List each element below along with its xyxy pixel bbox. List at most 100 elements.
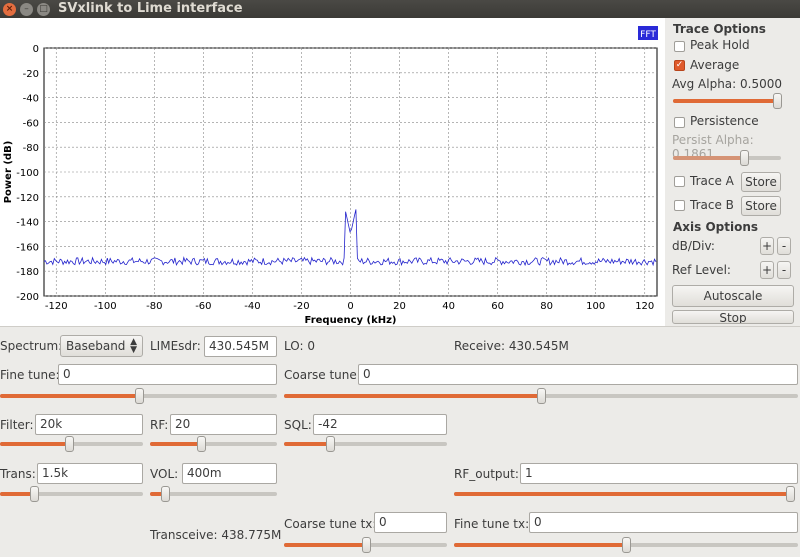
- y-tick-label: -140: [16, 218, 39, 229]
- coarse-tune-field[interactable]: 0: [358, 364, 798, 385]
- y-tick-label: -40: [23, 94, 39, 105]
- y-tick-label: -180: [16, 267, 39, 278]
- stop-button[interactable]: Stop: [672, 310, 794, 324]
- trans-field[interactable]: 1.5k: [37, 463, 143, 484]
- slider-thumb[interactable]: [30, 486, 40, 502]
- db-div-plus-button[interactable]: +: [760, 237, 774, 255]
- y-axis-label: Power (dB): [3, 141, 14, 204]
- slider-thumb[interactable]: [740, 150, 750, 166]
- fft-badge-label: FFT: [640, 30, 656, 40]
- rf-output-slider[interactable]: [454, 486, 795, 502]
- close-icon[interactable]: ×: [3, 3, 16, 16]
- spectrum-label: Spectrum:: [0, 339, 63, 353]
- store-trace-a-button[interactable]: Store: [741, 172, 781, 192]
- x-tick-label: 80: [540, 301, 553, 312]
- x-tick-label: 40: [442, 301, 455, 312]
- y-tick-label: -200: [16, 292, 39, 303]
- slider-thumb[interactable]: [196, 436, 206, 452]
- y-tick-label: -60: [23, 118, 39, 129]
- x-tick-label: 0: [347, 301, 353, 312]
- slider-thumb[interactable]: [325, 436, 335, 452]
- coarse-tune-tx-field[interactable]: 0: [374, 512, 447, 533]
- trace-a-checkbox[interactable]: [674, 176, 685, 187]
- fine-tune-tx-field[interactable]: 0: [529, 512, 798, 533]
- coarse-tune-tx-slider[interactable]: [284, 537, 447, 553]
- filter-slider[interactable]: [0, 436, 143, 452]
- sql-field[interactable]: -42: [313, 414, 447, 435]
- slider-thumb[interactable]: [161, 486, 171, 502]
- slider-thumb[interactable]: [786, 486, 795, 502]
- trans-slider[interactable]: [0, 486, 143, 502]
- slider-thumb[interactable]: [622, 537, 631, 553]
- title-bar: × – □ SVxlink to Lime interface: [0, 0, 800, 18]
- x-tick-label: 60: [491, 301, 504, 312]
- slider-thumb[interactable]: [64, 436, 74, 452]
- trace-a-label: Trace A: [690, 174, 734, 188]
- window-title: SVxlink to Lime interface: [58, 1, 243, 16]
- maximize-icon[interactable]: □: [37, 3, 50, 16]
- y-tick-label: -80: [23, 143, 39, 154]
- persistence-checkbox[interactable]: [674, 117, 685, 128]
- sql-slider[interactable]: [284, 436, 447, 452]
- spectrum-plot[interactable]: -120 -100 -80 -60 -40 -20 0 20 40 60 80 100 120 0 -20-…: [0, 18, 665, 326]
- fft-chart[interactable]: -120 -100 -80 -60 -40 -20 0 20 40 60 80 100 1200-20-…: [0, 18, 665, 326]
- rf-label: RF:: [150, 418, 169, 432]
- coarse-tune-slider[interactable]: [284, 388, 798, 404]
- fine-tune-tx-label: Fine tune tx:: [454, 517, 530, 531]
- limesdr-label: LIMEsdr:: [150, 339, 201, 353]
- coarse-tune-label: Coarse tune:: [284, 368, 361, 382]
- x-tick-label: -120: [45, 301, 68, 312]
- x-tick-label: -80: [146, 301, 162, 312]
- db-div-label: dB/Div:: [672, 239, 715, 253]
- receive-text: Receive: 430.545M: [454, 339, 569, 353]
- filter-field[interactable]: 20k: [35, 414, 143, 435]
- x-tick-label: 100: [586, 301, 605, 312]
- fine-tune-field[interactable]: 0: [58, 364, 277, 385]
- y-tick-label: -120: [16, 193, 39, 204]
- persist-alpha-slider[interactable]: [673, 150, 781, 166]
- minimize-icon[interactable]: –: [20, 3, 33, 16]
- ref-level-plus-button[interactable]: +: [760, 261, 774, 279]
- average-label: Average: [690, 58, 740, 72]
- rf-field[interactable]: 20: [170, 414, 277, 435]
- slider-thumb[interactable]: [361, 537, 371, 553]
- x-tick-label: -40: [244, 301, 260, 312]
- slider-thumb[interactable]: [772, 93, 782, 109]
- trace-b-label: Trace B: [690, 198, 734, 212]
- persistence-label: Persistence: [690, 114, 759, 128]
- slider-thumb[interactable]: [537, 388, 546, 404]
- store-trace-b-button[interactable]: Store: [741, 196, 781, 216]
- select-updown-icon: ▲ ▼: [130, 337, 137, 355]
- ref-level-label: Ref Level:: [672, 263, 731, 277]
- trace-options-panel: Trace Options Peak Hold ✓ Average Avg Al…: [668, 18, 798, 326]
- db-div-minus-button[interactable]: -: [777, 237, 791, 255]
- ref-level-minus-button[interactable]: -: [777, 261, 791, 279]
- spectrum-select[interactable]: Baseband ▲ ▼: [60, 335, 143, 357]
- avg-alpha-slider[interactable]: [673, 93, 782, 109]
- peak-hold-checkbox[interactable]: [674, 41, 685, 52]
- divider: [0, 326, 800, 327]
- x-tick-label: 20: [393, 301, 406, 312]
- x-tick-label: -20: [293, 301, 309, 312]
- filter-label: Filter:: [0, 418, 34, 432]
- trace-b-checkbox[interactable]: [674, 200, 685, 211]
- fine-tune-tx-slider[interactable]: [454, 537, 798, 553]
- fine-tune-slider[interactable]: [0, 388, 277, 404]
- coarse-tune-tx-label: Coarse tune tx:: [284, 517, 377, 531]
- vol-slider[interactable]: [150, 486, 277, 502]
- vol-field[interactable]: 400m: [182, 463, 277, 484]
- x-tick-label: 120: [635, 301, 654, 312]
- autoscale-button[interactable]: Autoscale: [672, 285, 794, 307]
- x-tick-label: -60: [195, 301, 211, 312]
- y-tick-label: 0: [33, 44, 39, 55]
- peak-hold-label: Peak Hold: [690, 38, 750, 52]
- axis-options-heading: Axis Options: [673, 220, 759, 234]
- average-checkbox[interactable]: ✓: [674, 60, 685, 71]
- lo-text: LO: 0: [284, 339, 315, 353]
- vol-label: VOL:: [150, 467, 179, 481]
- trans-label: Trans:: [0, 467, 36, 481]
- rf-slider[interactable]: [150, 436, 277, 452]
- limesdr-field[interactable]: 430.545M: [204, 336, 277, 357]
- rf-output-field[interactable]: 1: [520, 463, 798, 484]
- slider-thumb[interactable]: [134, 388, 144, 404]
